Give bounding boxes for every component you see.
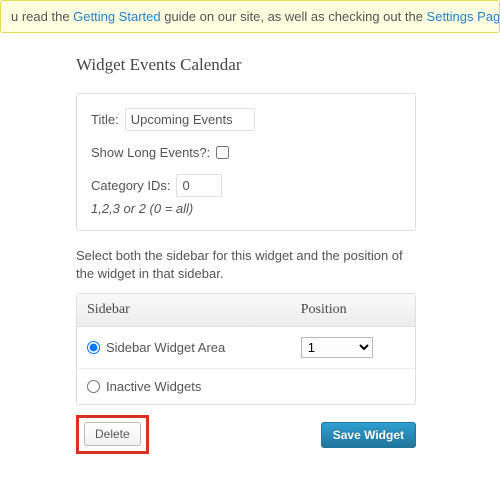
delete-highlight-box: Delete [76, 415, 149, 454]
title-input[interactable] [125, 108, 255, 131]
table-row: Inactive Widgets [77, 369, 415, 404]
form-actions: Delete Save Widget [76, 415, 416, 454]
sidebar-option-label: Sidebar Widget Area [106, 340, 225, 355]
notice-text-1: u read the [11, 9, 73, 24]
save-widget-button[interactable]: Save Widget [321, 422, 416, 448]
long-events-label: Show Long Events?: [91, 145, 210, 160]
long-events-checkbox[interactable] [216, 146, 229, 159]
admin-notice: u read the Getting Started guide on our … [0, 0, 500, 33]
title-label: Title: [91, 112, 119, 127]
sidebar-radio-inactive[interactable] [87, 380, 100, 393]
sidebar-option-label: Inactive Widgets [106, 379, 201, 394]
notice-text-2: guide on our site, as well as checking o… [161, 9, 427, 24]
sidebar-table: Sidebar Position Sidebar Widget Area 1 [76, 293, 416, 405]
getting-started-link[interactable]: Getting Started [73, 9, 160, 24]
delete-button[interactable]: Delete [84, 422, 141, 446]
sidebar-description: Select both the sidebar for this widget … [76, 247, 416, 283]
category-ids-input[interactable] [176, 174, 222, 197]
category-ids-label: Category IDs: [91, 178, 170, 193]
page-title: Widget Events Calendar [76, 55, 500, 75]
sidebar-radio-widget-area[interactable] [87, 341, 100, 354]
widget-settings-panel: Title: Show Long Events?: Category IDs: … [76, 93, 416, 231]
position-select[interactable]: 1 [301, 337, 373, 358]
col-position-header: Position [291, 294, 415, 327]
table-row: Sidebar Widget Area 1 [77, 327, 415, 369]
category-ids-hint: 1,2,3 or 2 (0 = all) [91, 201, 401, 216]
col-sidebar-header: Sidebar [77, 294, 291, 327]
settings-page-link[interactable]: Settings Page [427, 9, 500, 24]
